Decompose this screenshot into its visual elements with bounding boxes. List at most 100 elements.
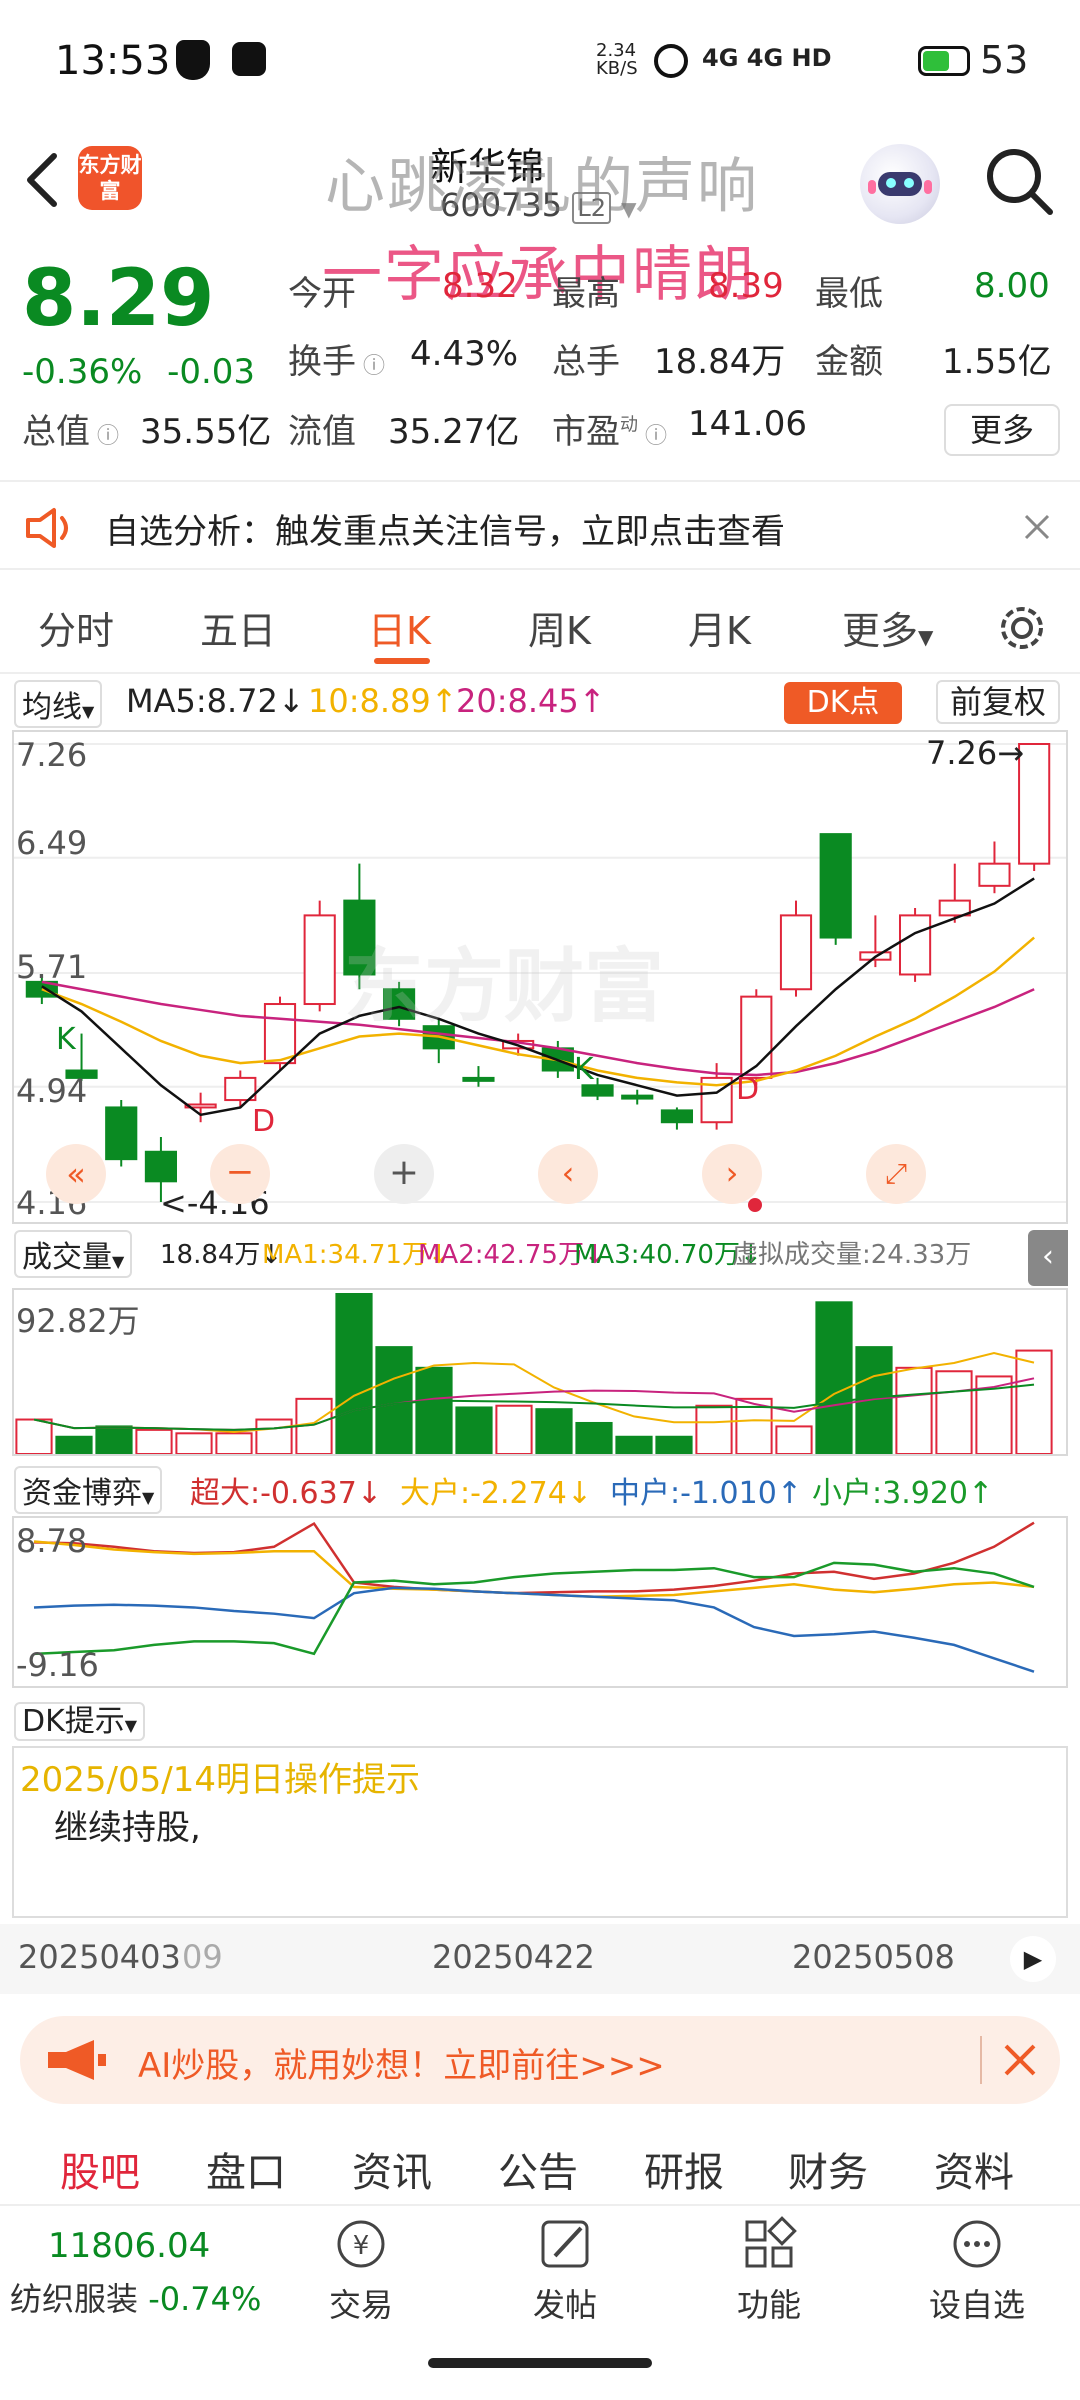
zoom-in-icon[interactable]: + bbox=[374, 1144, 434, 1204]
dk-tip-selector[interactable]: DK提示▼ bbox=[14, 1696, 146, 1741]
subtab-guba[interactable]: 股吧 bbox=[60, 2140, 140, 2198]
fund-small: 小户:3.920↑ bbox=[812, 1476, 994, 1511]
ma20-value: 20:8.45↑ bbox=[456, 682, 606, 720]
high-label: 最高 bbox=[552, 274, 620, 314]
fast-rewind-icon[interactable]: « bbox=[46, 1144, 106, 1204]
ma10-value: 10:8.89↑ bbox=[308, 682, 458, 720]
app-notification-icon bbox=[232, 42, 266, 76]
close-icon[interactable] bbox=[1002, 2042, 1038, 2078]
fund-selector[interactable]: 资金博弈▼ bbox=[14, 1466, 163, 1514]
volume-bar bbox=[255, 1418, 293, 1454]
fund-chart[interactable]: 8.78 -9.16 bbox=[12, 1516, 1068, 1688]
bottom-nav: 11806.04 纺织服装 -0.74% ¥ 交易 发帖 功能 设自选 bbox=[0, 2208, 1080, 2328]
app-logo[interactable]: 东方财富 bbox=[78, 146, 142, 210]
zoom-out-icon[interactable]: − bbox=[210, 1144, 270, 1204]
nav-add-favorite[interactable]: 设自选 bbox=[912, 2216, 1042, 2326]
candle-body bbox=[660, 1109, 694, 1124]
volume-bar bbox=[615, 1435, 653, 1454]
side-panel-toggle-icon[interactable]: ‹ bbox=[1028, 1230, 1068, 1286]
assistant-robot-icon[interactable] bbox=[860, 144, 940, 224]
candle-body bbox=[303, 914, 336, 1006]
home-indicator bbox=[428, 2358, 652, 2368]
sub-tabs: 股吧 盘口 资讯 公告 研报 财务 资料 bbox=[0, 2120, 1080, 2206]
nav-post[interactable]: 发帖 bbox=[500, 2216, 630, 2326]
info-icon: ⓘ bbox=[90, 424, 119, 449]
volume-bar bbox=[815, 1301, 853, 1454]
volume-svg bbox=[15, 1293, 1053, 1454]
volume-selector[interactable]: 成交量▼ bbox=[14, 1230, 133, 1278]
subtab-profile[interactable]: 资料 bbox=[934, 2140, 1014, 2198]
subtab-finance[interactable]: 财务 bbox=[788, 2140, 868, 2198]
candle-body bbox=[819, 833, 852, 939]
volume-chart[interactable]: 92.82万 bbox=[12, 1288, 1068, 1456]
tab-week-k[interactable]: 周K bbox=[528, 600, 591, 655]
index-info[interactable]: 纺织服装 -0.74% bbox=[10, 2274, 261, 2320]
k-mark: K bbox=[574, 1052, 594, 1087]
tab-month-k[interactable]: 月K bbox=[688, 600, 751, 655]
volume-bar bbox=[135, 1428, 173, 1454]
dk-tip-content: 继续持股, bbox=[54, 1808, 201, 1848]
nav-function[interactable]: 功能 bbox=[704, 2216, 834, 2326]
move-right-icon[interactable]: › bbox=[702, 1144, 762, 1204]
amount-label: 金额 bbox=[815, 342, 883, 382]
megaphone-icon bbox=[48, 2040, 106, 2080]
subtab-announcement[interactable]: 公告 bbox=[498, 2140, 578, 2198]
open-value: 8.32 bbox=[442, 266, 518, 306]
candle-body bbox=[462, 1076, 495, 1082]
more-dots-icon bbox=[953, 2220, 1001, 2268]
more-quote-button[interactable]: 更多 bbox=[944, 404, 1060, 456]
tab-day-k[interactable]: 日K bbox=[368, 600, 431, 655]
search-icon[interactable] bbox=[980, 142, 1060, 222]
float-value-label: 流值 bbox=[288, 412, 356, 452]
subtab-pankou[interactable]: 盘口 bbox=[206, 2140, 286, 2198]
volume-bar bbox=[535, 1408, 573, 1454]
edit-icon bbox=[541, 2220, 589, 2268]
tab-five-day[interactable]: 五日 bbox=[200, 600, 276, 655]
total-value: 35.55亿 bbox=[140, 412, 272, 452]
pe-value: 141.06 bbox=[688, 404, 807, 444]
tab-more[interactable]: 更多▼ bbox=[842, 600, 933, 655]
back-arrow-icon[interactable] bbox=[22, 150, 62, 210]
subtab-news[interactable]: 资讯 bbox=[352, 2140, 432, 2198]
volume-bar bbox=[695, 1404, 733, 1454]
fund-legend-row: 资金博弈▼ 超大:-0.637↓ 大户:-2.274↓ 中户:-1.010↑ 小… bbox=[0, 1466, 1080, 1514]
candle-body bbox=[144, 1150, 178, 1183]
volume-bar bbox=[335, 1293, 373, 1454]
speaker-icon bbox=[26, 508, 68, 548]
fullscreen-icon[interactable]: ⤢ bbox=[866, 1144, 926, 1204]
svg-text:¥: ¥ bbox=[353, 2231, 370, 2261]
battery-icon bbox=[918, 46, 970, 76]
date-label: 20250508 bbox=[792, 1938, 955, 1976]
kline-chart[interactable]: 东方财富 7.26 6.49 5.71 4.94 4.16 7.26→ <-4.… bbox=[12, 730, 1068, 1224]
nav-trade[interactable]: ¥ 交易 bbox=[296, 2216, 426, 2326]
grid-icon bbox=[745, 2216, 797, 2268]
volume-bar bbox=[215, 1432, 253, 1454]
divider bbox=[980, 2036, 982, 2084]
low-label: 最低 bbox=[815, 274, 883, 314]
watermark: 东方财富 bbox=[344, 940, 664, 1033]
move-left-icon[interactable]: ‹ bbox=[538, 1144, 598, 1204]
tab-fenshi[interactable]: 分时 bbox=[38, 600, 114, 655]
fund-line bbox=[33, 1540, 1035, 1598]
subtab-research[interactable]: 研报 bbox=[644, 2140, 724, 2198]
close-icon[interactable] bbox=[1022, 512, 1052, 542]
candle-body bbox=[263, 1003, 297, 1065]
fuquan-button[interactable]: 前复权 bbox=[936, 680, 1060, 724]
ma-selector[interactable]: 均线▼ bbox=[14, 680, 103, 728]
volume-bar bbox=[775, 1425, 813, 1454]
dk-point-button[interactable]: DK点 bbox=[784, 682, 902, 724]
index-value[interactable]: 11806.04 bbox=[48, 2226, 210, 2266]
candle-body bbox=[621, 1094, 654, 1100]
analysis-notice[interactable]: 自选分析：触发重点关注信号，立即点击查看 bbox=[0, 480, 1080, 570]
info-icon: ⓘ bbox=[356, 354, 385, 379]
notice-text: 自选分析：触发重点关注信号，立即点击查看 bbox=[105, 512, 785, 552]
fund-svg bbox=[33, 1521, 1035, 1673]
ma-legend-row: 均线▼ MA5:8.72↓ 10:8.89↑ 20:8.45↑ bbox=[0, 680, 1080, 728]
play-icon[interactable]: ▶ bbox=[1010, 1936, 1056, 1982]
gear-icon[interactable] bbox=[996, 602, 1048, 654]
ai-banner[interactable]: AI炒股，就用妙想！立即前往>>> bbox=[20, 2016, 1060, 2104]
stock-header: 东方财富 新华锦 600735 L2 ▼ 心跳凌乱的声响 一字应承中晴朗 bbox=[0, 130, 1080, 310]
ma5-value: MA5:8.72↓ bbox=[126, 682, 305, 720]
turnover-value: 4.43% bbox=[410, 334, 519, 374]
change-percent: -0.36% bbox=[22, 352, 143, 392]
